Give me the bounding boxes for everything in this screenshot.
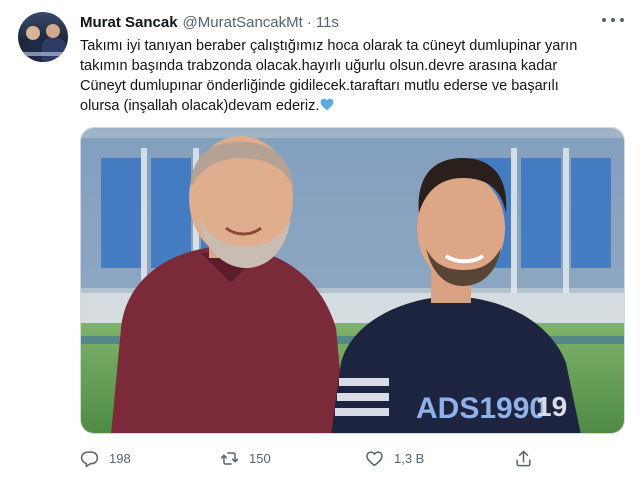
action-bar: 198 150 1,3 B xyxy=(80,447,560,469)
like-button[interactable]: 1,3 B xyxy=(365,447,424,469)
share-icon xyxy=(516,450,531,466)
reply-button[interactable]: 198 xyxy=(80,447,131,469)
user-handle[interactable]: @MuratSancakMt xyxy=(183,14,303,31)
separator-dot: · xyxy=(306,13,312,31)
share-button[interactable] xyxy=(514,447,543,469)
reply-icon xyxy=(80,450,99,467)
tweet-text-line: Takımı iyi tanıyan beraber çalıştığımız … xyxy=(80,38,578,54)
photo-content: ADS1990 19 xyxy=(81,128,624,433)
tweet[interactable]: Murat Sancak @MuratSancakMt · 11s Takımı… xyxy=(0,0,640,477)
retweet-count: 150 xyxy=(249,450,271,466)
reply-count: 198 xyxy=(109,450,131,466)
tweet-text-line: takımın başında trabzonda olacak.hayırlı… xyxy=(80,58,558,74)
shirt-text: ADS1990 xyxy=(416,392,546,425)
tweet-text-line: olursa (inşallah olacak)devam ederiz. xyxy=(80,96,630,116)
avatar[interactable] xyxy=(18,12,68,62)
shirt-number: 19 xyxy=(536,391,567,422)
like-icon xyxy=(366,450,383,466)
tweet-photo[interactable]: ADS1990 19 xyxy=(80,127,625,434)
display-name[interactable]: Murat Sancak xyxy=(80,14,178,31)
more-icon[interactable] xyxy=(602,13,624,27)
retweet-button[interactable]: 150 xyxy=(220,447,271,469)
tweet-header: Murat Sancak @MuratSancakMt · 11s xyxy=(80,12,339,32)
like-count: 1,3 B xyxy=(394,450,425,466)
tweet-text-line: Cüneyt dumlupınar önderliğinde gidilecek… xyxy=(80,78,559,94)
timestamp[interactable]: 11s xyxy=(316,14,339,31)
retweet-icon xyxy=(220,451,239,465)
tweet-text-line-end: olursa (inşallah olacak)devam ederiz. xyxy=(80,98,320,114)
blue-heart-emoji-icon xyxy=(320,98,334,111)
tweet-text: Takımı iyi tanıyan beraber çalıştığımız … xyxy=(80,36,630,116)
